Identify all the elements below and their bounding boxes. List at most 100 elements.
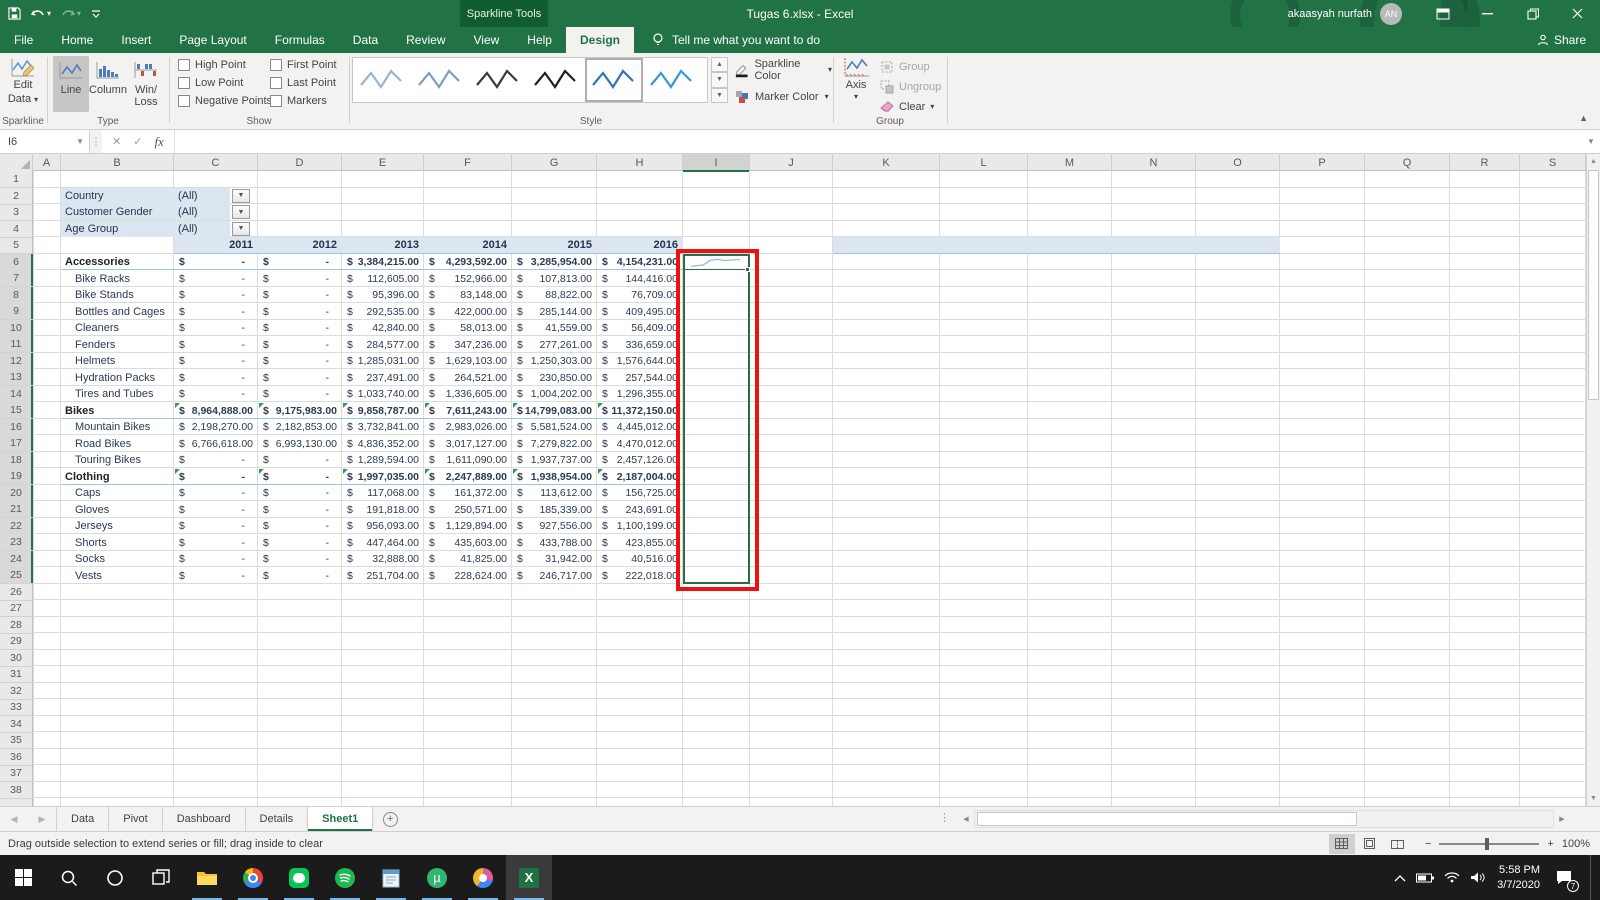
column-header-G[interactable]: G [512,154,597,171]
paint-taskbar-icon[interactable] [460,855,506,900]
task-view-button[interactable] [138,855,184,900]
undo-caret-icon[interactable]: ▾ [47,10,51,18]
worksheet-grid[interactable]: ABCDEFGHIJKLMNOPQRS123456789101112131415… [0,154,1586,806]
avatar[interactable]: AN [1380,3,1402,25]
restore-button[interactable] [1510,0,1555,27]
sparkline-style-swatch-1[interactable] [353,58,411,102]
account-user-name[interactable]: akaasyah nurfath [1288,8,1372,20]
row-header-16[interactable]: 16 [0,419,32,436]
name-box-caret-icon[interactable]: ▼ [76,137,84,146]
column-header-C[interactable]: C [174,154,258,171]
ribbon-tab-help[interactable]: Help [513,27,566,53]
ribbon-tab-file[interactable]: File [0,27,47,53]
tab-bar-splitter[interactable]: ⋮ [939,811,950,824]
column-header-B[interactable]: B [61,154,174,171]
checkbox-markers[interactable]: Markers [270,95,337,107]
column-header-R[interactable]: R [1450,154,1520,171]
axis-button[interactable]: Axis ▾ [836,53,876,113]
save-icon[interactable] [8,7,21,20]
row-header-29[interactable]: 29 [0,633,32,650]
row-header-28[interactable]: 28 [0,617,32,634]
ribbon-tab-page-layout[interactable]: Page Layout [165,27,260,53]
zoom-slider-thumb[interactable] [1485,838,1489,850]
checkbox-first-point[interactable]: First Point [270,59,337,71]
column-header-F[interactable]: F [424,154,512,171]
row-header-33[interactable]: 33 [0,699,32,716]
style-more-button[interactable]: ▼ [711,88,728,103]
row-header-12[interactable]: 12 [0,353,32,370]
page-break-view-button[interactable] [1385,834,1411,854]
clock[interactable]: 5:58 PM 3/7/2020 [1497,863,1540,893]
sheet-tab-sheet1[interactable]: Sheet1 [308,807,373,831]
column-header-S[interactable]: S [1520,154,1586,171]
style-scroll-up-button[interactable]: ▲ [711,57,728,72]
normal-view-button[interactable] [1329,834,1355,854]
battery-icon[interactable] [1416,873,1434,883]
row-header-3[interactable]: 3 [0,204,32,221]
row-header-8[interactable]: 8 [0,287,32,304]
sheet-tab-data[interactable]: Data [56,807,109,831]
line-sparkline-button[interactable]: Line [53,56,89,112]
line-taskbar-icon[interactable] [276,855,322,900]
sparkline-style-swatch-4[interactable] [527,58,585,102]
zoom-out-icon[interactable]: − [1425,838,1431,850]
row-header-9[interactable]: 9 [0,303,32,320]
row-header-10[interactable]: 10 [0,320,32,337]
row-header-31[interactable]: 31 [0,666,32,683]
sparkline-style-swatch-3[interactable] [469,58,527,102]
checkbox-box-icon[interactable] [178,77,190,89]
cortana-button[interactable] [92,855,138,900]
name-box[interactable]: I6 ▼ [0,130,90,153]
page-layout-view-button[interactable] [1357,834,1383,854]
checkbox-last-point[interactable]: Last Point [270,77,337,89]
column-header-L[interactable]: L [940,154,1028,171]
checkbox-box-icon[interactable] [270,59,282,71]
row-header-21[interactable]: 21 [0,501,32,518]
row-header-24[interactable]: 24 [0,551,32,568]
scroll-right-icon[interactable]: ▶ [1554,810,1570,828]
row-header-22[interactable]: 22 [0,518,32,535]
expand-formula-bar-icon[interactable]: ▼ [1582,130,1600,153]
ribbon-tab-data[interactable]: Data [339,27,392,53]
start-button[interactable] [0,855,46,900]
column-header-J[interactable]: J [750,154,833,171]
excel-taskbar-icon[interactable]: X [506,855,552,900]
row-header-38[interactable]: 38 [0,782,32,799]
row-header-1[interactable]: 1 [0,171,32,188]
winloss-sparkline-button[interactable]: Win/ Loss [128,56,164,112]
column-sparkline-button[interactable]: Column [90,56,126,112]
sheet-tab-details[interactable]: Details [246,807,309,831]
row-header-2[interactable]: 2 [0,188,32,205]
row-header-36[interactable]: 36 [0,749,32,766]
row-header-18[interactable]: 18 [0,452,32,469]
column-header-P[interactable]: P [1280,154,1365,171]
marker-color-button[interactable]: Marker Color▾ [735,90,832,104]
share-button[interactable]: Share [1537,27,1586,53]
wifi-icon[interactable] [1444,872,1460,883]
tray-chevron-icon[interactable] [1394,874,1406,882]
ribbon-tab-formulas[interactable]: Formulas [261,27,339,53]
row-header-32[interactable]: 32 [0,683,32,700]
scroll-left-icon[interactable]: ◀ [958,810,974,828]
collapse-ribbon-button[interactable]: ▲ [1579,113,1588,123]
undo-button[interactable]: ▾ [31,8,51,20]
notes-taskbar-icon[interactable] [368,855,414,900]
checkbox-box-icon[interactable] [270,95,282,107]
row-header-17[interactable]: 17 [0,435,32,452]
utorrent-taskbar-icon[interactable]: µ [414,855,460,900]
ribbon-tab-insert[interactable]: Insert [107,27,165,53]
row-header-37[interactable]: 37 [0,765,32,782]
select-all-corner[interactable] [0,154,33,171]
ribbon-tab-view[interactable]: View [460,27,514,53]
checkbox-high-point[interactable]: High Point [178,59,272,71]
customize-qat-button[interactable] [91,9,101,19]
clear-button[interactable]: Clear ▾ [880,97,941,117]
checkbox-box-icon[interactable] [270,77,282,89]
spotify-taskbar-icon[interactable] [322,855,368,900]
ribbon-tab-design[interactable]: Design [566,27,634,53]
cancel-formula-icon[interactable]: ✕ [112,135,121,148]
file-explorer-taskbar-icon[interactable] [184,855,230,900]
column-header-O[interactable]: O [1196,154,1280,171]
row-header-25[interactable]: 25 [0,567,32,584]
vertical-scroll-thumb[interactable] [1588,170,1599,400]
